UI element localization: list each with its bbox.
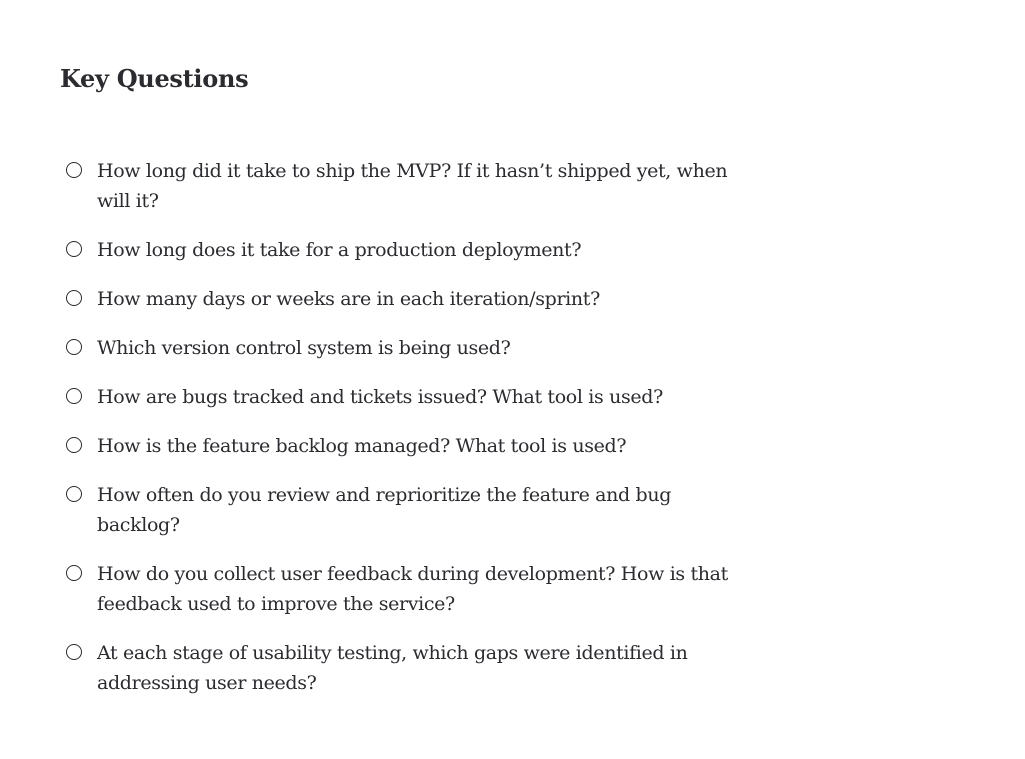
checklist-item-text: How many days or weeks are in each itera… — [97, 288, 600, 310]
circle-checkbox-icon[interactable] — [66, 241, 82, 257]
checklist-item: How long did it take to ship the MVP? If… — [60, 156, 750, 216]
checklist-item-text: At each stage of usability testing, whic… — [97, 642, 688, 694]
checklist-item: How often do you review and reprioritize… — [60, 480, 750, 540]
checklist-item-text: How is the feature backlog managed? What… — [97, 435, 627, 457]
circle-checkbox-icon[interactable] — [66, 290, 82, 306]
circle-checkbox-icon[interactable] — [66, 388, 82, 404]
circle-checkbox-icon[interactable] — [66, 644, 82, 660]
checklist-item: How is the feature backlog managed? What… — [60, 431, 750, 461]
checklist-item-text: How long does it take for a production d… — [97, 239, 582, 261]
checklist-item-text: How are bugs tracked and tickets issued?… — [97, 386, 663, 408]
circle-checkbox-icon[interactable] — [66, 565, 82, 581]
circle-checkbox-icon[interactable] — [66, 437, 82, 453]
checklist-item-text: How long did it take to ship the MVP? If… — [97, 160, 728, 212]
checklist-item: At each stage of usability testing, whic… — [60, 638, 750, 698]
circle-checkbox-icon[interactable] — [66, 486, 82, 502]
section-heading: Key Questions — [60, 64, 249, 93]
checklist-item: How do you collect user feedback during … — [60, 559, 750, 619]
checklist-item: How many days or weeks are in each itera… — [60, 284, 750, 314]
circle-checkbox-icon[interactable] — [66, 339, 82, 355]
checklist-item: Which version control system is being us… — [60, 333, 750, 363]
checklist-item-text: How do you collect user feedback during … — [97, 563, 728, 615]
key-questions-checklist: How long did it take to ship the MVP? If… — [60, 156, 750, 717]
checklist-item: How long does it take for a production d… — [60, 235, 750, 265]
circle-checkbox-icon[interactable] — [66, 162, 82, 178]
checklist-item-text: How often do you review and reprioritize… — [97, 484, 672, 536]
checklist-item-text: Which version control system is being us… — [97, 337, 511, 359]
checklist-item: How are bugs tracked and tickets issued?… — [60, 382, 750, 412]
